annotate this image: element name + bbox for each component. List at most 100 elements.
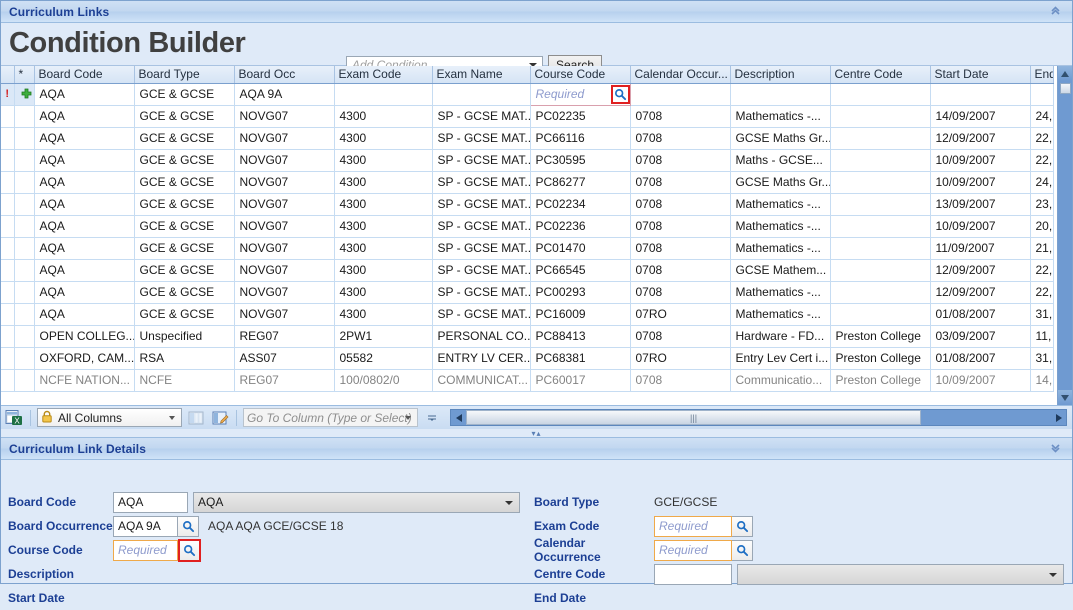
cell-exam-name[interactable]: SP - GCSE MAT... xyxy=(432,127,531,150)
cell-end-date[interactable]: 22, xyxy=(1030,259,1054,282)
cell-start-date[interactable]: 12/09/2007 xyxy=(930,281,1031,304)
grid-col-board-code[interactable]: Board Code xyxy=(34,66,135,84)
cell-exam-code[interactable]: 2PW1 xyxy=(334,325,433,348)
grid-col-description[interactable]: Description xyxy=(730,66,831,84)
cell-board-code[interactable]: AQA xyxy=(34,237,135,260)
cell-board-code[interactable]: OPEN COLLEG... xyxy=(34,325,135,348)
cell-board-code[interactable]: AQA xyxy=(34,149,135,172)
table-row[interactable]: AQA GCE & GCSE NOVG07 4300 SP - GCSE MAT... P… xyxy=(1,259,1054,282)
cell-board-occ[interactable]: NOVG07 xyxy=(234,127,335,150)
magnifier-icon[interactable] xyxy=(732,539,753,561)
cell-board-code[interactable]: AQA xyxy=(34,127,135,150)
cell-calendar-occ[interactable]: 0708 xyxy=(630,149,731,172)
cell-centre-code[interactable] xyxy=(830,303,931,326)
cell-board-code[interactable]: AQA xyxy=(34,193,135,216)
grid-col-board-occ[interactable]: Board Occ xyxy=(234,66,335,84)
table-row[interactable]: AQA GCE & GCSE NOVG07 4300 SP - GCSE MAT... P… xyxy=(1,215,1054,238)
cell-board-occ[interactable]: NOVG07 xyxy=(234,149,335,172)
cell-description[interactable]: Entry Lev Cert i... xyxy=(730,347,831,370)
cell-course-code[interactable]: PC60017 xyxy=(530,369,631,392)
grid-horizontal-scrollbar[interactable]: ||| xyxy=(450,409,1067,426)
cell-board-occ[interactable]: NOVG07 xyxy=(234,303,335,326)
cell-course-code[interactable]: PC01470 xyxy=(530,237,631,260)
cell-exam-code[interactable]: 4300 xyxy=(334,127,433,150)
centre-code-description-combo[interactable] xyxy=(737,563,1064,585)
table-row[interactable]: AQA GCE & GCSE NOVG07 4300 SP - GCSE MAT... P… xyxy=(1,171,1054,194)
cell-description[interactable]: Mathematics -... xyxy=(730,215,831,238)
magnifier-icon[interactable] xyxy=(732,515,753,537)
cell-course-code[interactable]: PC00293 xyxy=(530,281,631,304)
row-selector[interactable] xyxy=(14,259,35,282)
cell-start-date[interactable]: 12/09/2007 xyxy=(930,127,1031,150)
cell-board-type[interactable]: Unspecified xyxy=(134,325,235,348)
cell-calendar-occ[interactable]: 07RO xyxy=(630,347,731,370)
cell-board-occ[interactable]: ASS07 xyxy=(234,347,335,370)
cell-course-code[interactable]: PC66545 xyxy=(530,259,631,282)
cell-start-date[interactable]: 13/09/2007 xyxy=(930,193,1031,216)
cell-board-type[interactable]: GCE & GCSE xyxy=(134,303,235,326)
cell-calendar-occ[interactable]: 0708 xyxy=(630,105,731,128)
table-row[interactable]: OPEN COLLEG... Unspecified REG07 2PW1 PERSON… xyxy=(1,325,1054,348)
cell-centre-code[interactable] xyxy=(830,215,931,238)
grid-col-course-code[interactable]: Course Code xyxy=(530,66,631,84)
cell-start-date[interactable]: 10/09/2007 xyxy=(930,149,1031,172)
row-height-icon[interactable] xyxy=(422,409,442,427)
table-row[interactable]: AQA GCE & GCSE NOVG07 4300 SP - GCSE MAT... P… xyxy=(1,127,1054,150)
row-selector[interactable] xyxy=(14,281,35,304)
cell-end-date[interactable]: 22, xyxy=(1030,127,1054,150)
exam-code-input[interactable]: Required xyxy=(654,515,732,537)
cell-board-type[interactable]: GCE & GCSE xyxy=(134,237,235,260)
cell-description[interactable]: GCSE Mathem... xyxy=(730,259,831,282)
cell-exam-code[interactable]: 100/0802/0 xyxy=(334,369,433,392)
cell-description[interactable]: Hardware - FD... xyxy=(730,325,831,348)
cell-exam-code[interactable]: 4300 xyxy=(334,193,433,216)
panel-splitter[interactable]: ▾▴ xyxy=(1,429,1072,438)
table-row[interactable]: AQA GCE & GCSE NOVG07 4300 SP - GCSE MAT... P… xyxy=(1,193,1054,216)
cell-course-code[interactable]: PC86277 xyxy=(530,171,631,194)
cell-board-occ[interactable]: NOVG07 xyxy=(234,215,335,238)
cell-board-code[interactable]: AQA xyxy=(34,259,135,282)
cell-board-occ[interactable]: NOVG07 xyxy=(234,281,335,304)
cell-course-code[interactable]: PC66116 xyxy=(530,127,631,150)
cell-board-code[interactable]: AQA xyxy=(34,215,135,238)
cell-board-occ[interactable]: NOVG07 xyxy=(234,237,335,260)
cell-exam-code[interactable]: 4300 xyxy=(334,215,433,238)
cell-board-type[interactable]: GCE & GCSE xyxy=(134,193,235,216)
cell-start-date[interactable]: 01/08/2007 xyxy=(930,303,1031,326)
cell-end-date[interactable]: 24, xyxy=(1030,171,1054,194)
cell-end-date[interactable]: 31, xyxy=(1030,347,1054,370)
table-row[interactable]: AQA GCE & GCSE NOVG07 4300 SP - GCSE MAT... P… xyxy=(1,281,1054,304)
column-layout-icon[interactable] xyxy=(186,409,206,427)
cell-calendar-occ[interactable]: 0708 xyxy=(630,369,731,392)
cell-start-date[interactable]: 01/08/2007 xyxy=(930,347,1031,370)
scroll-left-arrow-icon[interactable] xyxy=(451,410,466,425)
chevron-down-double-icon[interactable] xyxy=(1049,441,1062,454)
cell-course-code[interactable]: PC16009 xyxy=(530,303,631,326)
board-code-description-combo[interactable]: AQA xyxy=(193,491,520,513)
magnifier-icon[interactable] xyxy=(610,84,629,104)
cell-end-date[interactable]: 22, xyxy=(1030,149,1054,172)
cell-calendar-occ[interactable]: 0708 xyxy=(630,325,731,348)
cell-start-date[interactable]: 03/09/2007 xyxy=(930,325,1031,348)
table-row[interactable]: NCFE NATION... NCFE REG07 100/0802/0 COMMUNI… xyxy=(1,369,1054,392)
cell-board-code[interactable]: AQA xyxy=(34,281,135,304)
cell-calendar-occ[interactable]: 0708 xyxy=(630,215,731,238)
cell-end-date[interactable]: 20, xyxy=(1030,215,1054,238)
add-plus-icon[interactable] xyxy=(14,83,35,106)
vscroll-thumb[interactable] xyxy=(1059,83,1071,94)
cell-exam-name[interactable]: SP - GCSE MAT... xyxy=(432,171,531,194)
cell-exam-name[interactable]: COMMUNICAT... xyxy=(432,369,531,392)
cell-course-code[interactable]: PC68381 xyxy=(530,347,631,370)
row-selector[interactable] xyxy=(14,303,35,326)
cell-start-date[interactable]: 11/09/2007 xyxy=(930,237,1031,260)
cell-exam-code[interactable]: 4300 xyxy=(334,259,433,282)
cell-centre-code[interactable] xyxy=(830,237,931,260)
new-row-board-type[interactable]: GCE & GCSE xyxy=(134,83,235,106)
cell-calendar-occ[interactable]: 0708 xyxy=(630,171,731,194)
cell-description[interactable]: Communicatio... xyxy=(730,369,831,392)
cell-exam-code[interactable]: 4300 xyxy=(334,171,433,194)
board-occurrence-input[interactable]: AQA 9A xyxy=(113,515,178,537)
chevron-up-double-icon[interactable] xyxy=(1049,4,1062,17)
cell-board-code[interactable]: NCFE NATION... xyxy=(34,369,135,392)
magnifier-icon[interactable] xyxy=(178,538,201,562)
